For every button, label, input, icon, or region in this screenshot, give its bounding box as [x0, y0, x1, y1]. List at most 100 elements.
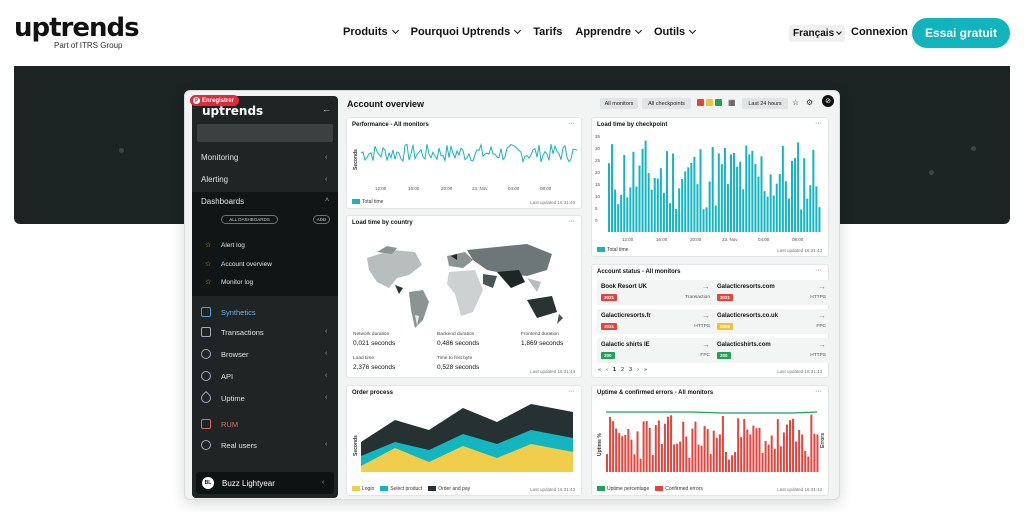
- decor-dot: [971, 146, 976, 151]
- stat-label: Load time: [353, 356, 375, 361]
- x-tick-label: 12:00: [375, 186, 387, 191]
- monitor-card[interactable]: Galacticresorts.com → 3031 HTTPS: [713, 280, 830, 305]
- monitor-name: Galacticshirts.com: [717, 342, 771, 348]
- nav-item-pourquoi[interactable]: Pourquoi Uptrends: [411, 26, 522, 38]
- nav-item-apprendre[interactable]: Apprendre: [575, 26, 643, 38]
- dashboard-item-alert-log[interactable]: Alert log: [221, 242, 245, 249]
- more-icon[interactable]: ···: [815, 267, 822, 274]
- uptime-icon: [198, 390, 214, 406]
- status-filter-error[interactable]: [697, 99, 704, 106]
- sidebar-item-api[interactable]: API: [221, 372, 233, 381]
- star-icon[interactable]: ☆: [792, 98, 799, 107]
- x-tick-label: 08:00: [540, 186, 552, 191]
- monitor-card[interactable]: Book Resort UK → 3031 Transaction: [597, 280, 714, 305]
- sidebar-logo: uptrends: [202, 104, 264, 118]
- all-checkpoints-filter[interactable]: All checkpoints: [642, 98, 691, 109]
- page-2-button[interactable]: 2: [621, 367, 624, 373]
- chevron-left-icon: ‹: [325, 154, 328, 161]
- uptrends-logo[interactable]: uptrends Part of ITRS Group: [14, 13, 140, 50]
- chevron-left-icon: ‹: [325, 350, 328, 357]
- last-updated: Last updated 16:31:43: [777, 487, 822, 492]
- arrow-right-icon: →: [702, 282, 710, 291]
- page-3-button[interactable]: 3: [629, 367, 632, 373]
- user-menu[interactable]: BL Buzz Lightyear ‹: [196, 472, 334, 494]
- all-monitors-filter[interactable]: All monitors: [600, 98, 638, 109]
- sidebar-item-dashboards[interactable]: Dashboards: [201, 197, 244, 206]
- performance-panel: Performance - All monitors ··· Seconds 1…: [346, 117, 582, 209]
- login-link[interactable]: Connexion: [851, 26, 908, 38]
- country-panel: Load time by country ··· Network duratio…: [346, 215, 582, 378]
- x-tick-label: 20:00: [441, 186, 453, 191]
- pinterest-save-button[interactable]: P Enregistrer: [190, 95, 240, 106]
- first-page-button[interactable]: «: [598, 367, 601, 373]
- sidebar-item-alerting[interactable]: Alerting: [201, 175, 228, 184]
- uptime-errors-panel: Uptime & confirmed errors - All monitors…: [591, 385, 829, 496]
- grid-icon[interactable]: ▦: [728, 98, 736, 107]
- sidebar-search-input[interactable]: [197, 124, 333, 142]
- page-1-button[interactable]: 1: [613, 367, 616, 373]
- status-badge: 2008: [717, 323, 734, 330]
- decor-dot: [929, 170, 934, 175]
- last-updated: Last updated 16:31:43: [530, 200, 575, 205]
- link-icon[interactable]: ⊘: [822, 95, 834, 107]
- chevron-down-icon: [391, 26, 399, 35]
- sidebar-item-real-users[interactable]: Real users: [221, 441, 257, 450]
- status-badge: 3031: [601, 294, 618, 301]
- nav-item-tarifs[interactable]: Tarifs: [533, 26, 562, 38]
- rum-icon: [201, 419, 211, 429]
- stat-value: 0,528 seconds: [437, 364, 480, 371]
- dashboard-item-monitor-log[interactable]: Monitor log: [221, 279, 253, 286]
- status-filter-warning[interactable]: [706, 99, 713, 106]
- monitor-card[interactable]: Galacticshirts.com → 200 HTTPS: [713, 338, 830, 363]
- x-tick-label: 04:00: [508, 186, 520, 191]
- uptime-errors-chart: [606, 411, 819, 472]
- last-updated: Last updated 16:31:43: [530, 369, 575, 374]
- sidebar-item-browser[interactable]: Browser: [221, 350, 249, 359]
- pinterest-icon: P: [193, 97, 200, 104]
- collapse-arrow-icon[interactable]: ←: [322, 104, 331, 114]
- x-tick-label: 16:00: [656, 237, 668, 242]
- world-map: [367, 244, 563, 328]
- prev-page-button[interactable]: ‹: [606, 367, 608, 373]
- sidebar-item-uptime[interactable]: Uptime: [221, 394, 245, 403]
- dashboards-section: [192, 192, 338, 296]
- language-selector[interactable]: Français: [789, 25, 846, 42]
- sidebar-section-rum[interactable]: RUM: [221, 420, 238, 429]
- arrow-right-icon: →: [818, 282, 826, 291]
- next-page-button[interactable]: ›: [637, 367, 639, 373]
- more-icon[interactable]: ···: [568, 218, 575, 225]
- sidebar-section-synthetics[interactable]: Synthetics: [221, 308, 256, 317]
- main-menu: Produits Pourquoi Uptrends Tarifs Appren…: [343, 26, 708, 38]
- star-icon[interactable]: ☆: [205, 278, 211, 286]
- sidebar-item-transactions[interactable]: Transactions: [221, 328, 264, 337]
- monitor-card[interactable]: Galacticresorts.fr → 3031 HTTPS: [597, 309, 714, 334]
- monitor-card[interactable]: Galactic shirts IE → 200 FPC: [597, 338, 714, 363]
- status-filter-ok[interactable]: [715, 99, 722, 106]
- sidebar-item-monitoring[interactable]: Monitoring: [201, 153, 238, 162]
- monitor-card[interactable]: Galacticresorts.co.uk → 2008 FPC: [713, 309, 830, 334]
- free-trial-button[interactable]: Essai gratuit: [912, 18, 1010, 48]
- x-tick-label: 20:00: [690, 237, 702, 242]
- star-icon[interactable]: ☆: [205, 241, 211, 249]
- all-dashboards-button[interactable]: ALL DASHBOARDS: [221, 215, 278, 224]
- chevron-down-icon: [836, 29, 842, 35]
- time-range-selector[interactable]: Last 24 hours: [742, 98, 788, 109]
- arrow-right-icon: →: [702, 340, 710, 349]
- stat-value: 2,376 seconds: [353, 364, 396, 371]
- last-page-button[interactable]: »: [644, 367, 647, 373]
- dashboard-item-account-overview[interactable]: Account overview: [221, 261, 272, 268]
- monitor-name: Book Resort UK: [601, 284, 648, 290]
- stat-label: Backend duration: [437, 332, 475, 337]
- monitor-name: Galacticresorts.fr: [601, 313, 651, 319]
- gear-icon[interactable]: ⚙: [806, 98, 813, 107]
- logo-wordmark: uptrends: [14, 13, 140, 43]
- add-dashboard-button[interactable]: ADD: [313, 215, 330, 224]
- chevron-left-icon: ‹: [325, 441, 328, 448]
- stat-value: 0,021 seconds: [353, 340, 396, 347]
- chevron-left-icon: ‹: [325, 394, 328, 401]
- panel-title: Load time by country: [352, 220, 413, 226]
- nav-item-outils[interactable]: Outils: [654, 26, 697, 38]
- star-icon[interactable]: ☆: [205, 260, 211, 268]
- nav-item-produits[interactable]: Produits: [343, 26, 399, 38]
- monitor-type: HTTPS: [810, 295, 826, 300]
